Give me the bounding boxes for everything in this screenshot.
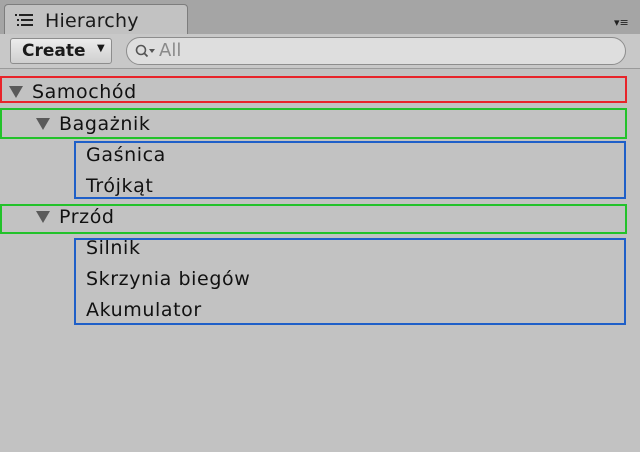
search-input[interactable]: All — [126, 37, 626, 65]
expand-arrow-icon[interactable] — [36, 118, 50, 130]
tree-item-label: Samochód — [32, 81, 137, 103]
toolbar: Create ▼ All — [0, 34, 640, 69]
tab-hierarchy[interactable]: Hierarchy — [4, 4, 188, 35]
expand-arrow-icon[interactable] — [36, 211, 50, 223]
tree-item-child[interactable]: Akumulator — [86, 295, 202, 325]
create-button[interactable]: Create ▼ — [10, 38, 112, 64]
tree-item-root[interactable]: Samochód — [0, 77, 627, 107]
panel-menu-icon[interactable]: ▾≡ — [614, 16, 638, 30]
tab-label: Hierarchy — [45, 10, 139, 32]
tree-item-label: Akumulator — [86, 299, 202, 321]
dropdown-caret-icon: ▼ — [97, 43, 105, 54]
tree-item-label: Silnik — [86, 237, 141, 259]
expand-arrow-icon[interactable] — [9, 86, 23, 98]
create-button-label: Create — [22, 41, 86, 61]
tree-item-child[interactable]: Skrzynia biegów — [86, 264, 250, 294]
search-icon — [135, 44, 155, 58]
tab-strip: Hierarchy ▾≡ — [0, 0, 640, 35]
search-placeholder: All — [159, 40, 182, 61]
tree-item-label: Gaśnica — [86, 144, 166, 166]
tree-item-label: Przód — [59, 206, 115, 228]
tree-item-group[interactable]: Bagażnik — [0, 109, 627, 139]
tree-item-label: Bagażnik — [59, 113, 151, 135]
tree-item-child[interactable]: Silnik — [86, 233, 141, 263]
list-icon — [15, 14, 33, 26]
tree-item-child[interactable]: Trójkąt — [86, 171, 153, 201]
tree-item-child[interactable]: Gaśnica — [86, 140, 166, 170]
tree-item-label: Trójkąt — [86, 175, 154, 197]
tree-item-group[interactable]: Przód — [0, 202, 627, 232]
tree-item-label: Skrzynia biegów — [86, 268, 251, 290]
